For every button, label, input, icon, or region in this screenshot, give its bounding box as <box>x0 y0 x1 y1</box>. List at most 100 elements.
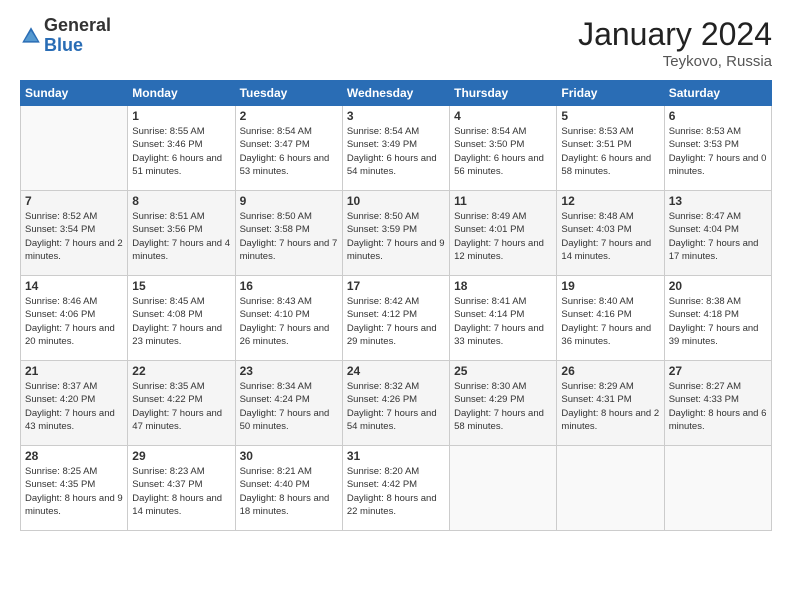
day-cell <box>664 446 771 531</box>
day-info: Sunrise: 8:25 AMSunset: 4:35 PMDaylight:… <box>25 465 123 518</box>
day-cell: 9 Sunrise: 8:50 AMSunset: 3:58 PMDaylight… <box>235 191 342 276</box>
day-cell <box>557 446 664 531</box>
col-thursday: Thursday <box>450 81 557 106</box>
day-cell: 22Sunrise: 8:35 AMSunset: 4:22 PMDayligh… <box>128 361 235 446</box>
day-cell: 4 Sunrise: 8:54 AMSunset: 3:50 PMDaylight… <box>450 106 557 191</box>
day-cell: 19 Sunrise: 8:40 AMSunset: 4:16 PMDayligh… <box>557 276 664 361</box>
day-number: 14 <box>25 279 123 293</box>
day-number: 10 <box>347 194 445 208</box>
day-cell: 5 Sunrise: 8:53 AMSunset: 3:51 PMDaylight… <box>557 106 664 191</box>
day-info: Sunrise: 8:46 AMSunset: 4:06 PMDaylight:… <box>25 295 123 348</box>
day-cell: 3Sunrise: 8:54 AMSunset: 3:49 PMDaylight… <box>342 106 449 191</box>
day-info: Sunrise: 8:53 AMSunset: 3:51 PMDaylight:… <box>561 125 659 178</box>
day-cell: 29Sunrise: 8:23 AMSunset: 4:37 PMDayligh… <box>128 446 235 531</box>
month-title: January 2024 <box>578 16 772 53</box>
day-number: 19 <box>561 279 659 293</box>
day-cell: 28 Sunrise: 8:25 AMSunset: 4:35 PMDayligh… <box>21 446 128 531</box>
day-number: 23 <box>240 364 338 378</box>
day-info: Sunrise: 8:42 AMSunset: 4:12 PMDaylight:… <box>347 295 445 348</box>
day-cell: 14 Sunrise: 8:46 AMSunset: 4:06 PMDayligh… <box>21 276 128 361</box>
location-title: Teykovo, Russia <box>578 53 772 70</box>
day-cell: 20 Sunrise: 8:38 AMSunset: 4:18 PMDayligh… <box>664 276 771 361</box>
day-info: Sunrise: 8:54 AMSunset: 3:50 PMDaylight:… <box>454 125 552 178</box>
day-info: Sunrise: 8:43 AMSunset: 4:10 PMDaylight:… <box>240 295 338 348</box>
day-cell: 30Sunrise: 8:21 AMSunset: 4:40 PMDayligh… <box>235 446 342 531</box>
day-number: 20 <box>669 279 767 293</box>
day-number: 28 <box>25 449 123 463</box>
day-info: Sunrise: 8:27 AMSunset: 4:33 PMDaylight:… <box>669 380 767 433</box>
day-info: Sunrise: 8:49 AMSunset: 4:01 PMDaylight:… <box>454 210 552 263</box>
day-number: 22 <box>132 364 230 378</box>
logo-general: General <box>44 16 111 36</box>
day-cell: 24 Sunrise: 8:32 AMSunset: 4:26 PMDayligh… <box>342 361 449 446</box>
day-number: 8 <box>132 194 230 208</box>
header-row: Sunday Monday Tuesday Wednesday Thursday… <box>21 81 772 106</box>
day-number: 31 <box>347 449 445 463</box>
day-cell: 23 Sunrise: 8:34 AMSunset: 4:24 PMDayligh… <box>235 361 342 446</box>
logo: General Blue <box>20 16 111 56</box>
day-info: Sunrise: 8:40 AMSunset: 4:16 PMDaylight:… <box>561 295 659 348</box>
day-info: Sunrise: 8:54 AMSunset: 3:47 PMDaylight:… <box>240 125 338 178</box>
day-cell: 11 Sunrise: 8:49 AMSunset: 4:01 PMDayligh… <box>450 191 557 276</box>
day-cell: 25 Sunrise: 8:30 AMSunset: 4:29 PMDayligh… <box>450 361 557 446</box>
day-cell: 15 Sunrise: 8:45 AMSunset: 4:08 PMDayligh… <box>128 276 235 361</box>
col-sunday: Sunday <box>21 81 128 106</box>
day-number: 21 <box>25 364 123 378</box>
day-info: Sunrise: 8:52 AMSunset: 3:54 PMDaylight:… <box>25 210 123 263</box>
day-cell: 10 Sunrise: 8:50 AMSunset: 3:59 PMDayligh… <box>342 191 449 276</box>
day-info: Sunrise: 8:32 AMSunset: 4:26 PMDaylight:… <box>347 380 445 433</box>
col-wednesday: Wednesday <box>342 81 449 106</box>
week-row-1: 7 Sunrise: 8:52 AMSunset: 3:54 PMDaylight… <box>21 191 772 276</box>
header: General Blue January 2024 Teykovo, Russi… <box>20 16 772 70</box>
day-cell: 18Sunrise: 8:41 AMSunset: 4:14 PMDayligh… <box>450 276 557 361</box>
day-info: Sunrise: 8:41 AMSunset: 4:14 PMDaylight:… <box>454 295 552 348</box>
main-container: General Blue January 2024 Teykovo, Russi… <box>0 0 792 541</box>
day-number: 9 <box>240 194 338 208</box>
col-monday: Monday <box>128 81 235 106</box>
col-friday: Friday <box>557 81 664 106</box>
day-number: 15 <box>132 279 230 293</box>
day-info: Sunrise: 8:47 AMSunset: 4:04 PMDaylight:… <box>669 210 767 263</box>
logo-icon <box>20 25 42 47</box>
day-info: Sunrise: 8:50 AMSunset: 3:58 PMDaylight:… <box>240 210 338 263</box>
logo-text: General Blue <box>44 16 111 56</box>
week-row-3: 21 Sunrise: 8:37 AMSunset: 4:20 PMDayligh… <box>21 361 772 446</box>
day-number: 7 <box>25 194 123 208</box>
day-cell: 8Sunrise: 8:51 AMSunset: 3:56 PMDaylight… <box>128 191 235 276</box>
day-info: Sunrise: 8:29 AMSunset: 4:31 PMDaylight:… <box>561 380 659 433</box>
day-number: 2 <box>240 109 338 123</box>
day-cell: 1 Sunrise: 8:55 AMSunset: 3:46 PMDaylight… <box>128 106 235 191</box>
col-saturday: Saturday <box>664 81 771 106</box>
day-cell: 26 Sunrise: 8:29 AMSunset: 4:31 PMDayligh… <box>557 361 664 446</box>
day-info: Sunrise: 8:55 AMSunset: 3:46 PMDaylight:… <box>132 125 230 178</box>
day-number: 4 <box>454 109 552 123</box>
day-info: Sunrise: 8:50 AMSunset: 3:59 PMDaylight:… <box>347 210 445 263</box>
day-info: Sunrise: 8:23 AMSunset: 4:37 PMDaylight:… <box>132 465 230 518</box>
day-info: Sunrise: 8:30 AMSunset: 4:29 PMDaylight:… <box>454 380 552 433</box>
day-info: Sunrise: 8:48 AMSunset: 4:03 PMDaylight:… <box>561 210 659 263</box>
day-info: Sunrise: 8:20 AMSunset: 4:42 PMDaylight:… <box>347 465 445 518</box>
day-info: Sunrise: 8:45 AMSunset: 4:08 PMDaylight:… <box>132 295 230 348</box>
day-cell: 7 Sunrise: 8:52 AMSunset: 3:54 PMDaylight… <box>21 191 128 276</box>
calendar-table: Sunday Monday Tuesday Wednesday Thursday… <box>20 80 772 531</box>
day-number: 16 <box>240 279 338 293</box>
day-cell: 12 Sunrise: 8:48 AMSunset: 4:03 PMDayligh… <box>557 191 664 276</box>
logo-blue: Blue <box>44 36 111 56</box>
week-row-0: 1 Sunrise: 8:55 AMSunset: 3:46 PMDaylight… <box>21 106 772 191</box>
day-info: Sunrise: 8:54 AMSunset: 3:49 PMDaylight:… <box>347 125 445 178</box>
day-number: 24 <box>347 364 445 378</box>
day-number: 5 <box>561 109 659 123</box>
day-number: 11 <box>454 194 552 208</box>
day-number: 6 <box>669 109 767 123</box>
day-info: Sunrise: 8:34 AMSunset: 4:24 PMDaylight:… <box>240 380 338 433</box>
day-number: 25 <box>454 364 552 378</box>
week-row-2: 14 Sunrise: 8:46 AMSunset: 4:06 PMDayligh… <box>21 276 772 361</box>
day-info: Sunrise: 8:38 AMSunset: 4:18 PMDaylight:… <box>669 295 767 348</box>
day-cell: 2 Sunrise: 8:54 AMSunset: 3:47 PMDaylight… <box>235 106 342 191</box>
day-number: 1 <box>132 109 230 123</box>
day-number: 12 <box>561 194 659 208</box>
day-number: 26 <box>561 364 659 378</box>
day-info: Sunrise: 8:37 AMSunset: 4:20 PMDaylight:… <box>25 380 123 433</box>
day-cell: 27Sunrise: 8:27 AMSunset: 4:33 PMDayligh… <box>664 361 771 446</box>
title-block: January 2024 Teykovo, Russia <box>578 16 772 70</box>
